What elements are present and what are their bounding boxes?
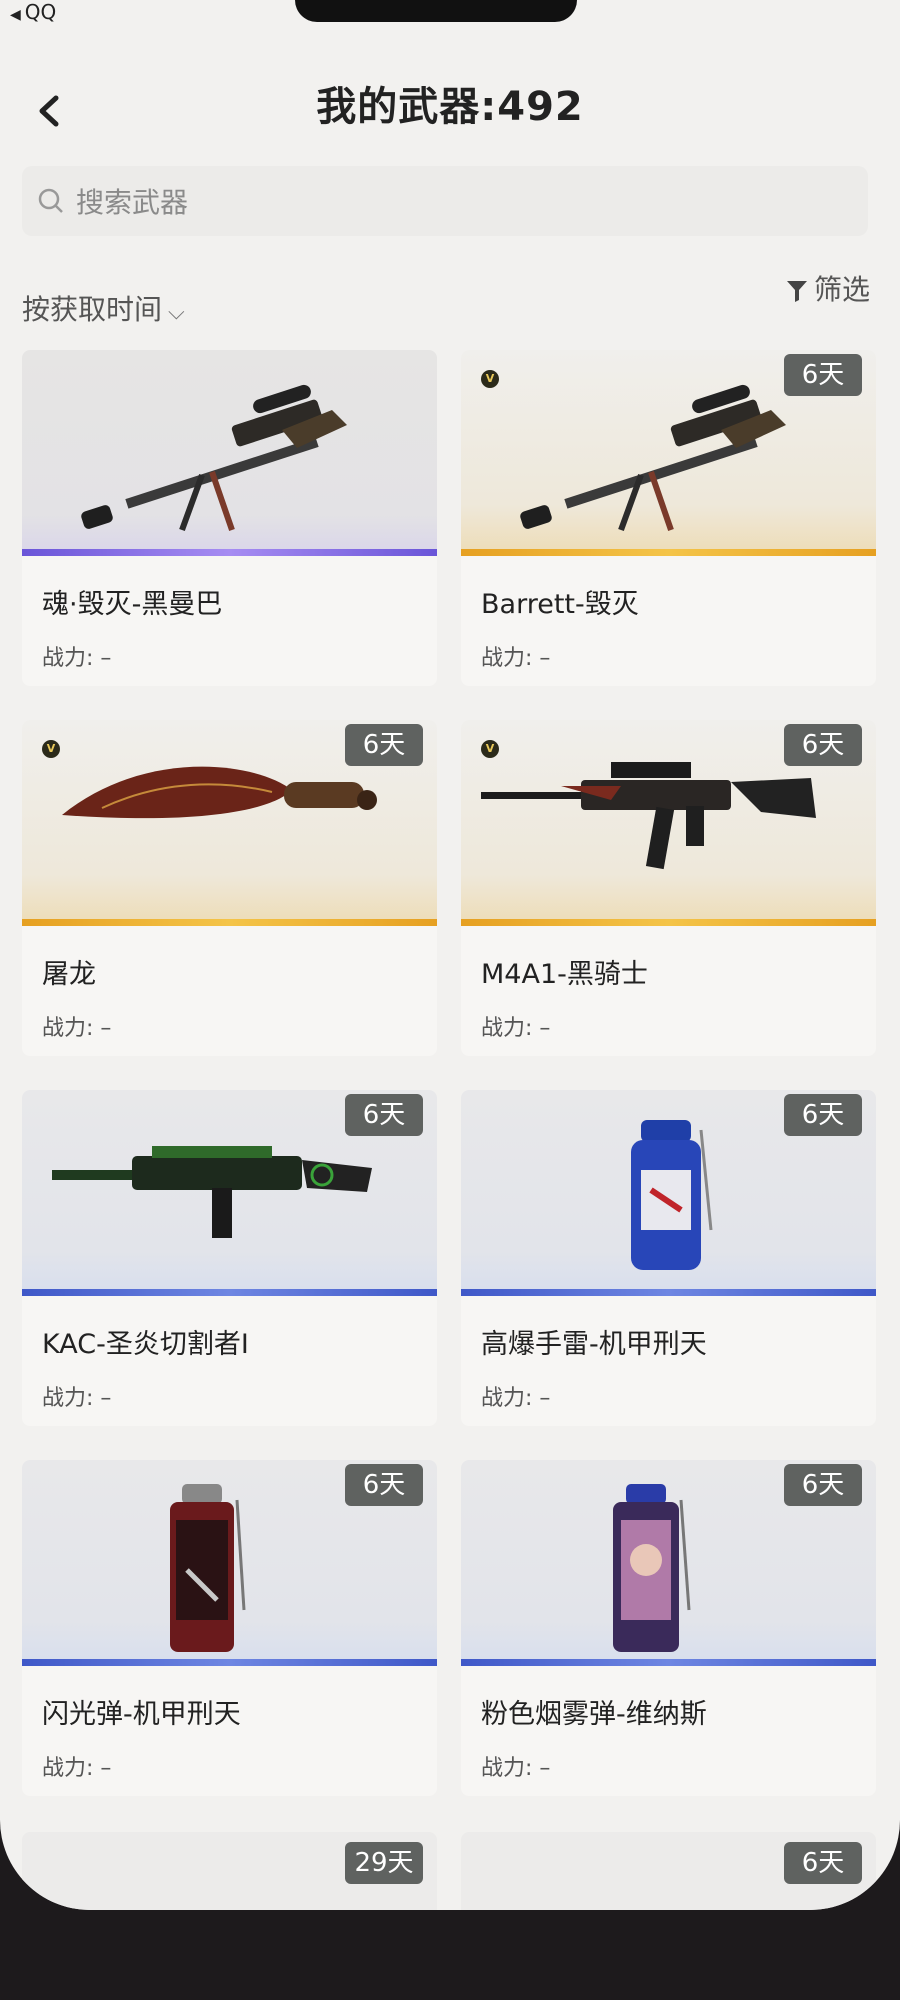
days-badge: 6天 [784, 354, 862, 396]
chevron-down-icon: ⌵ [168, 300, 185, 325]
filter-icon [786, 281, 807, 302]
rarity-bar [461, 549, 876, 556]
rarity-bar [22, 549, 437, 556]
weapon-name: 高爆手雷-机甲刑天 [481, 1329, 707, 1360]
rarity-bar [22, 919, 437, 926]
camera-notch [295, 0, 577, 22]
weapon-card-partial[interactable]: 29天 [22, 1832, 437, 1910]
days-badge: 6天 [784, 1464, 862, 1506]
search-bar[interactable] [22, 166, 868, 236]
weapon-name: Barrett-毁灭 [481, 589, 639, 620]
days-badge: 6天 [345, 724, 423, 766]
weapon-thumbnail: V 6天 [461, 350, 876, 556]
sort-dropdown[interactable]: 按获取时间 ⌵ [22, 288, 185, 328]
weapon-name: 屠龙 [42, 959, 96, 990]
rarity-bar [461, 1289, 876, 1296]
power-label: 战力: – [42, 1386, 112, 1411]
vip-icon: V [42, 740, 60, 758]
weapon-name: M4A1-黑骑士 [481, 959, 648, 990]
search-input[interactable] [74, 176, 838, 228]
status-bar: ◀ QQ [0, 0, 210, 28]
vip-icon: V [481, 370, 499, 388]
header: 我的武器:492 [0, 70, 900, 160]
sort-label: 按获取时间 [22, 293, 163, 326]
weapon-card[interactable]: 6天 KAC-圣炎切割者I 战力: – [22, 1090, 437, 1426]
days-badge: 29天 [345, 1842, 423, 1884]
power-label: 战力: – [481, 1386, 551, 1411]
back-to-app-icon[interactable]: ◀ [10, 7, 21, 23]
power-label: 战力: – [481, 1756, 551, 1781]
days-badge: 6天 [784, 1842, 862, 1884]
rarity-bar [22, 1289, 437, 1296]
weapon-name: 粉色烟雾弹-维纳斯 [481, 1699, 707, 1730]
weapon-name: KAC-圣炎切割者I [42, 1329, 249, 1360]
weapon-card[interactable]: 6天闪光弹-机甲刑天战力: – [22, 1460, 437, 1796]
weapon-name: 魂·毁灭-黑曼巴 [42, 589, 223, 620]
days-badge: 6天 [345, 1094, 423, 1136]
days-badge: 6天 [784, 1094, 862, 1136]
power-label: 战力: – [42, 646, 112, 671]
weapon-card[interactable]: V 6天 M4A1-黑骑士战力: – [461, 720, 876, 1056]
power-label: 战力: – [42, 1756, 112, 1781]
weapon-card-partial[interactable]: 6天 [461, 1832, 876, 1910]
back-app-label[interactable]: QQ [25, 0, 56, 24]
days-badge: 6天 [345, 1464, 423, 1506]
search-icon [38, 188, 63, 213]
days-badge: 6天 [784, 724, 862, 766]
rarity-bar [22, 1659, 437, 1666]
weapon-thumbnail: 6天 [22, 1460, 437, 1666]
weapon-card[interactable]: 6天高爆手雷-机甲刑天战力: – [461, 1090, 876, 1426]
weapon-thumbnail: 6天 [22, 1090, 437, 1296]
weapon-card[interactable]: V 6天屠龙战力: – [22, 720, 437, 1056]
filter-button[interactable]: 筛选 [786, 268, 870, 308]
partial-weapon-row: 29天 6天 [22, 1832, 882, 1910]
rarity-bar [461, 1659, 876, 1666]
power-label: 战力: – [42, 1016, 112, 1041]
power-label: 战力: – [481, 646, 551, 671]
page-title: 我的武器:492 [316, 84, 584, 130]
sniper-rifle-icon [81, 384, 347, 532]
weapon-thumbnail [22, 350, 437, 556]
weapon-thumbnail: V 6天 [22, 720, 437, 926]
weapon-thumbnail: V 6天 [461, 720, 876, 926]
weapon-card[interactable]: V 6天 Barrett-毁灭战力: – [461, 350, 876, 686]
weapon-card[interactable]: 魂·毁灭-黑曼巴战力: – [22, 350, 437, 686]
weapon-thumbnail: 6天 [461, 1460, 876, 1666]
app-screen: ◀QQ 我的武器:492 按获取时间⌵ 筛选 魂·毁灭-黑曼巴战力: – V 6天 B… [0, 0, 900, 1910]
filter-label: 筛选 [813, 273, 870, 306]
power-label: 战力: – [481, 1016, 551, 1041]
weapon-thumbnail: 6天 [461, 1090, 876, 1296]
weapon-grid: 魂·毁灭-黑曼巴 战力: – V 6天 Barrett-毁灭 战力: – V 6天 屠龙 战力: … [22, 350, 882, 1796]
rarity-bar [461, 919, 876, 926]
weapon-name: 闪光弹-机甲刑天 [42, 1699, 241, 1730]
vip-icon: V [481, 740, 499, 758]
weapon-card[interactable]: 6天粉色烟雾弹-维纳斯战力: – [461, 1460, 876, 1796]
